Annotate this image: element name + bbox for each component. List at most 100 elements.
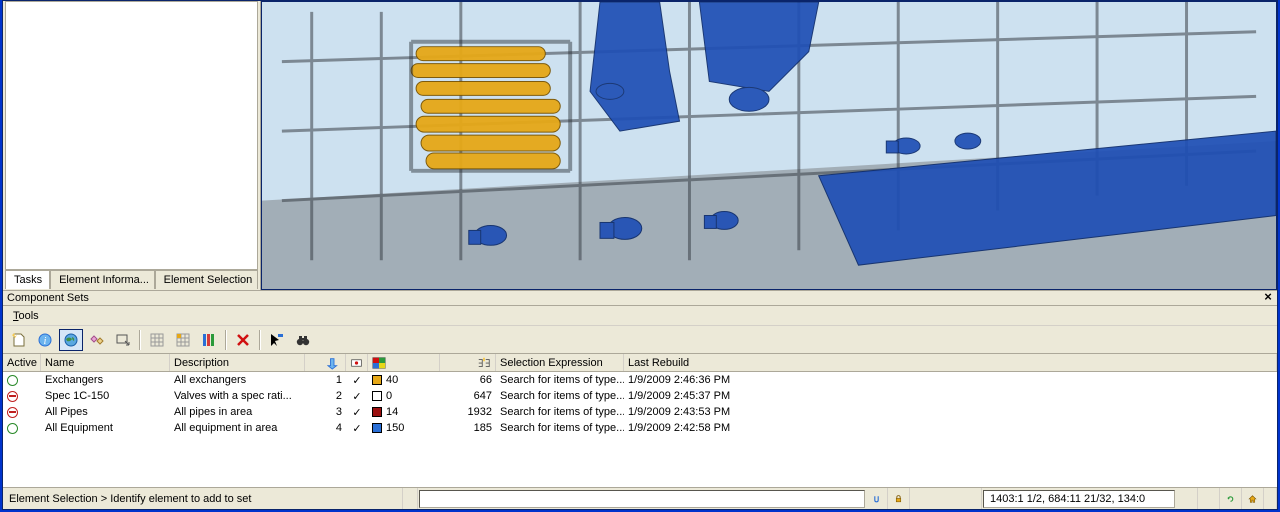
table-row[interactable]: ExchangersAll exchangers1 ✓ 4066Search for… — [3, 372, 1277, 388]
cell-order: 1 — [305, 373, 346, 387]
minus-circle-icon — [7, 407, 18, 418]
check-icon: ✓ — [352, 406, 361, 419]
cell-last-rebuild: 1/9/2009 2:45:37 PM — [624, 389, 1277, 403]
col-selection-expression[interactable]: Selection Expression — [496, 354, 624, 371]
status-lock-icon[interactable] — [888, 488, 910, 509]
col-visible[interactable] — [346, 354, 368, 371]
cell-active[interactable] — [3, 390, 41, 403]
mesh-button[interactable] — [145, 329, 169, 351]
diamonds-button[interactable] — [85, 329, 109, 351]
status-coords: 1403:1 1/2, 684:11 21/32, 134:0 — [983, 490, 1175, 508]
panel-title: Component Sets — [7, 292, 89, 304]
cell-name: Spec 1C-150 — [41, 389, 170, 403]
svg-text:i: i — [44, 336, 47, 347]
col-count[interactable] — [440, 354, 496, 371]
grid-header: Active Name Description Selection Expres… — [3, 354, 1277, 372]
cell-description: All exchangers — [170, 373, 305, 387]
table-row[interactable]: All EquipmentAll equipment in area4✓1501… — [3, 420, 1277, 436]
table-row[interactable]: Spec 1C-150Valves with a spec rati...2✓0… — [3, 388, 1277, 404]
side-panel: Tasks Element Informa... Element Selecti… — [3, 1, 261, 290]
col-active[interactable]: Active — [3, 354, 41, 371]
cell-visible[interactable]: ✓ — [346, 421, 368, 436]
delete-button[interactable] — [231, 329, 255, 351]
box-arrow-button[interactable] — [111, 329, 135, 351]
cell-visible[interactable]: ✓ — [346, 389, 368, 404]
status-command-input[interactable] — [419, 490, 865, 508]
cell-description: All equipment in area — [170, 421, 305, 435]
check-icon: ✓ — [352, 422, 361, 435]
status-home-icon[interactable] — [1242, 488, 1264, 509]
toolbar-separator — [259, 330, 261, 350]
toolbar: i — [3, 326, 1277, 354]
side-panel-content — [5, 1, 258, 270]
status-spacer — [910, 488, 982, 509]
panel-close-button[interactable]: × — [1261, 291, 1275, 305]
status-bar: Element Selection > Identify element to … — [3, 487, 1277, 509]
top-area: Tasks Element Informa... Element Selecti… — [3, 1, 1277, 290]
col-color[interactable] — [368, 354, 440, 371]
viewport-3d[interactable] — [261, 1, 1277, 290]
tab-tasks[interactable]: Tasks — [5, 270, 50, 289]
check-icon: ✓ — [352, 374, 361, 387]
col-last-rebuild[interactable]: Last Rebuild — [624, 354, 1277, 371]
cell-color[interactable]: 40 — [368, 373, 440, 387]
circle-icon — [7, 375, 18, 386]
component-sets-grid: Active Name Description Selection Expres… — [3, 354, 1277, 487]
cell-color[interactable]: 150 — [368, 421, 440, 435]
color-swatch — [372, 407, 382, 417]
tab-element-selection[interactable]: Element Selection — [155, 270, 258, 289]
color-swatch — [372, 423, 382, 433]
globe-button[interactable] — [59, 329, 83, 351]
status-spacer — [403, 488, 418, 509]
cell-count: 66 — [440, 373, 496, 387]
info-button[interactable]: i — [33, 329, 57, 351]
cell-color[interactable]: 0 — [368, 389, 440, 403]
cell-last-rebuild: 1/9/2009 2:42:58 PM — [624, 421, 1277, 435]
toolbar-separator — [225, 330, 227, 350]
col-draworder[interactable] — [305, 354, 346, 371]
status-spacer — [1198, 488, 1220, 509]
cursor-flag-button[interactable] — [265, 329, 289, 351]
cell-count: 1932 — [440, 405, 496, 419]
tab-element-info[interactable]: Element Informa... — [50, 270, 155, 289]
cell-name: All Pipes — [41, 405, 170, 419]
cell-expression: Search for items of type... — [496, 405, 624, 419]
cell-active[interactable] — [3, 406, 41, 419]
color-swatch — [372, 391, 382, 401]
cell-expression: Search for items of type... — [496, 373, 624, 387]
status-spacer — [1176, 488, 1198, 509]
panel-title-bar: Component Sets × — [3, 290, 1277, 306]
check-icon: ✓ — [352, 390, 361, 403]
cell-visible[interactable]: ✓ — [346, 405, 368, 420]
cell-last-rebuild: 1/9/2009 2:46:36 PM — [624, 373, 1277, 387]
table-row[interactable]: All PipesAll pipes in area3✓141932Search… — [3, 404, 1277, 420]
cell-active[interactable] — [3, 374, 41, 387]
minus-circle-icon — [7, 391, 18, 402]
cell-count: 647 — [440, 389, 496, 403]
cell-count: 185 — [440, 421, 496, 435]
cell-color[interactable]: 14 — [368, 405, 440, 419]
status-snap-icon[interactable] — [866, 488, 888, 509]
cell-name: Exchangers — [41, 373, 170, 387]
columns-button[interactable] — [197, 329, 221, 351]
status-refresh-icon[interactable] — [1220, 488, 1242, 509]
cell-active[interactable] — [3, 422, 41, 435]
status-prompt: Element Selection > Identify element to … — [3, 488, 403, 509]
app-frame: Tasks Element Informa... Element Selecti… — [2, 0, 1278, 510]
cell-expression: Search for items of type... — [496, 389, 624, 403]
col-name[interactable]: Name — [41, 354, 170, 371]
new-set-button[interactable] — [7, 329, 31, 351]
menu-tools[interactable]: Tools — [9, 308, 43, 324]
cell-visible[interactable]: ✓ — [346, 373, 368, 388]
cell-last-rebuild: 1/9/2009 2:43:53 PM — [624, 405, 1277, 419]
binoculars-button[interactable] — [291, 329, 315, 351]
grid-hilite-button[interactable] — [171, 329, 195, 351]
menu-bar: Tools — [3, 306, 1277, 326]
grid-body: ExchangersAll exchangers1✓4066Search for… — [3, 372, 1277, 436]
cell-expression: Search for items of type... — [496, 421, 624, 435]
cell-order: 2 — [305, 389, 346, 403]
col-description[interactable]: Description — [170, 354, 305, 371]
cell-order: 3 — [305, 405, 346, 419]
toolbar-separator — [139, 330, 141, 350]
circle-icon — [7, 423, 18, 434]
